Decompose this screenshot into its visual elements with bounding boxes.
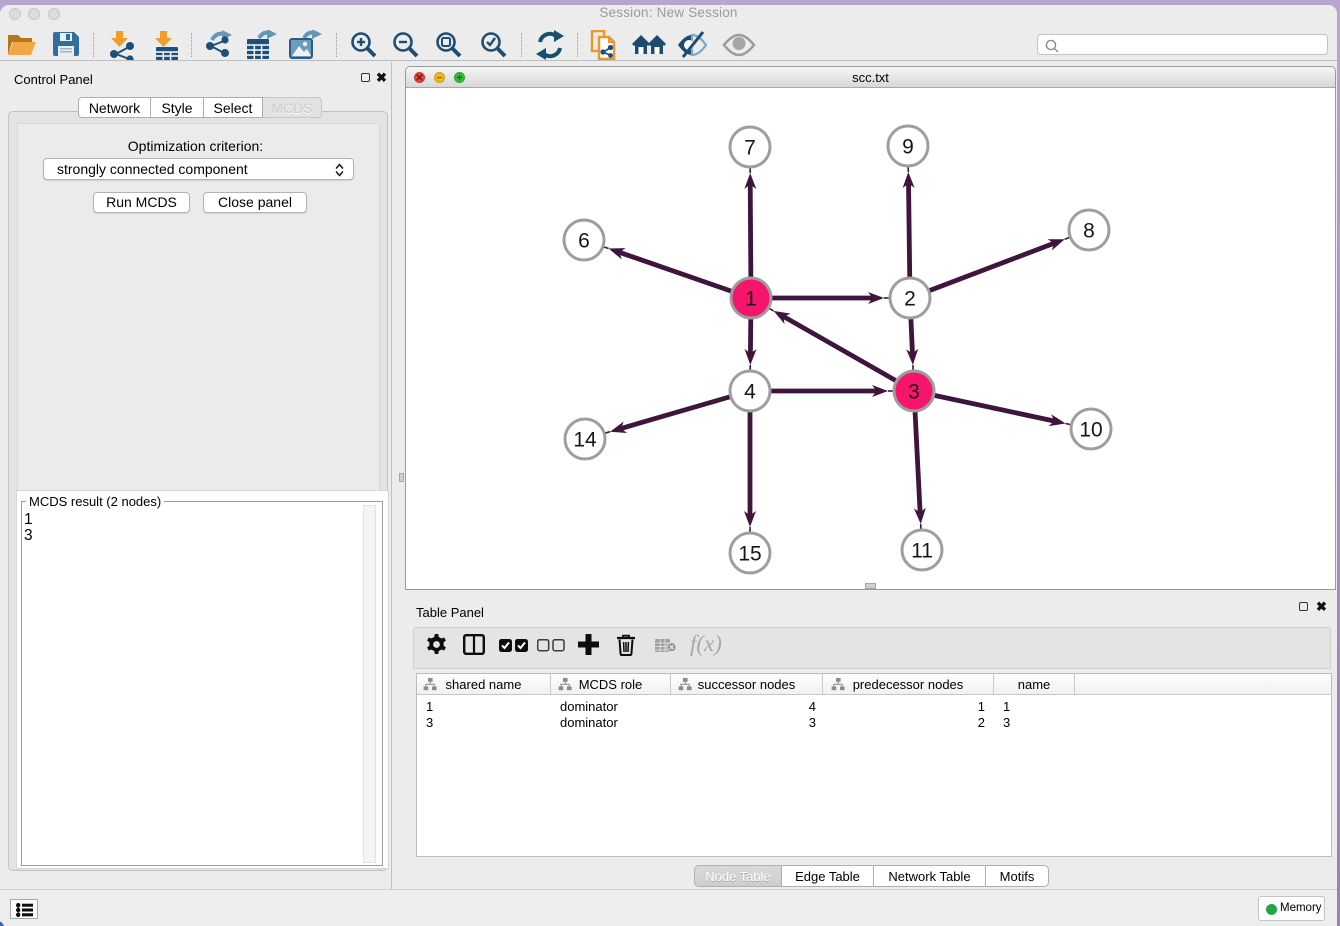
- svg-text:15: 15: [738, 543, 761, 566]
- svg-text:10: 10: [1079, 419, 1102, 442]
- svg-text:6: 6: [578, 230, 590, 253]
- svg-text:11: 11: [911, 540, 933, 563]
- svg-text:2: 2: [904, 288, 916, 311]
- svg-text:1: 1: [745, 288, 757, 311]
- svg-text:4: 4: [744, 381, 756, 404]
- svg-text:14: 14: [573, 429, 597, 452]
- svg-text:8: 8: [1083, 220, 1095, 243]
- svg-text:3: 3: [908, 381, 920, 404]
- svg-text:7: 7: [744, 137, 756, 160]
- svg-text:9: 9: [902, 136, 914, 159]
